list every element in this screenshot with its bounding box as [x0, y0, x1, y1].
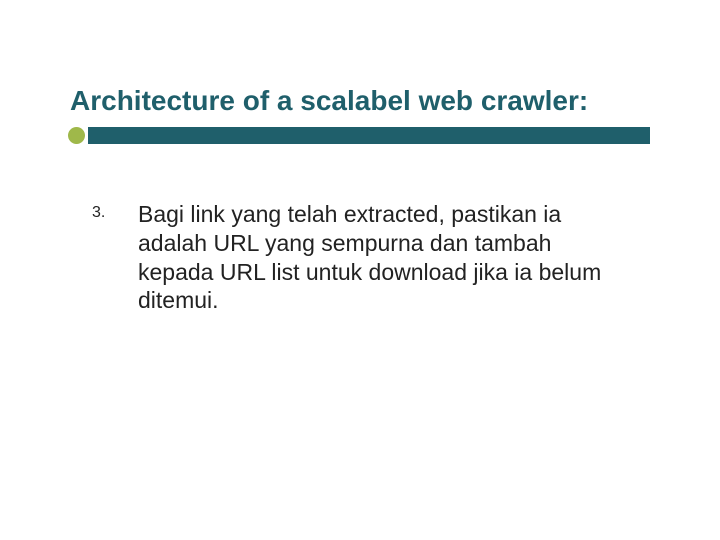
- accent-dot-icon: [68, 127, 85, 144]
- accent-bar: [88, 127, 650, 144]
- content-row: 3. Bagi link yang telah extracted, pasti…: [70, 200, 650, 315]
- slide: Architecture of a scalabel web crawler: …: [0, 0, 720, 540]
- title-underline: [70, 127, 650, 145]
- list-body-text: Bagi link yang telah extracted, pastikan…: [138, 200, 618, 315]
- slide-title: Architecture of a scalabel web crawler:: [70, 85, 650, 117]
- list-number: 3.: [92, 200, 110, 315]
